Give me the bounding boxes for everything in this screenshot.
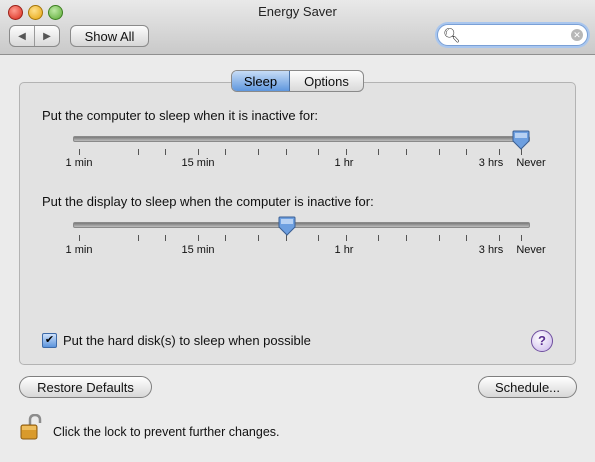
tick-label-never: Never [516, 157, 546, 169]
back-arrow-icon: ◀ [18, 30, 26, 42]
title-bar: Energy Saver ◀ ▶ Show All 🔍︎ ✕ [0, 0, 595, 55]
slider-tick [138, 149, 139, 155]
tick-label-3hrs: 3 hrs [478, 157, 504, 169]
slider-tick [79, 149, 80, 155]
slider-tick [198, 235, 199, 241]
hard-disk-sleep-checkbox[interactable]: ✔ [42, 333, 57, 348]
slider-tick [406, 235, 407, 241]
slider-tick [439, 235, 440, 241]
search-input[interactable] [459, 26, 567, 42]
search-field[interactable]: 🔍︎ ✕ [437, 24, 588, 46]
back-button[interactable]: ◀ [10, 26, 34, 46]
slider-tick [439, 149, 440, 155]
slider-knob[interactable] [278, 216, 296, 236]
slider-tick [138, 235, 139, 241]
back-forward-control: ◀ ▶ [9, 25, 60, 47]
tab-bar: Sleep Options [231, 70, 364, 92]
slider-tick [258, 149, 259, 155]
show-all-button[interactable]: Show All [70, 25, 149, 47]
slider-tick [79, 235, 80, 241]
display-sleep-label: Put the display to sleep when the comput… [42, 194, 374, 209]
slider-tick [346, 149, 347, 155]
tick-label-15min: 15 min [181, 244, 215, 256]
tick-label-1min: 1 min [65, 157, 93, 169]
tab-sleep[interactable]: Sleep [232, 71, 290, 91]
slider-tick [225, 149, 226, 155]
tick-label-1min: 1 min [65, 244, 93, 256]
tab-options[interactable]: Options [290, 71, 363, 91]
lock-message: Click the lock to prevent further change… [53, 425, 280, 439]
slider-tick [198, 149, 199, 155]
slider-tick [318, 235, 319, 241]
slider-tick [165, 235, 166, 241]
slider-track [73, 222, 530, 228]
computer-sleep-slider[interactable] [73, 130, 530, 160]
slider-tick [225, 235, 226, 241]
display-sleep-slider[interactable] [73, 216, 530, 246]
hard-disk-sleep-option[interactable]: ✔ Put the hard disk(s) to sleep when pos… [42, 333, 311, 348]
slider-tick [406, 149, 407, 155]
restore-defaults-button[interactable]: Restore Defaults [19, 376, 152, 398]
slider-tick [521, 235, 522, 241]
window-title: Energy Saver [258, 4, 337, 19]
clear-search-icon[interactable]: ✕ [571, 29, 583, 41]
slider-tick [258, 235, 259, 241]
slider-tick [466, 149, 467, 155]
slider-tick [378, 235, 379, 241]
lock-icon[interactable] [20, 414, 44, 440]
slider-track [73, 136, 530, 142]
help-button[interactable]: ? [531, 330, 553, 352]
tick-label-3hrs: 3 hrs [478, 244, 504, 256]
energy-saver-window: Energy Saver ◀ ▶ Show All 🔍︎ ✕ Sleep Opt… [0, 0, 595, 462]
slider-tick [318, 149, 319, 155]
forward-arrow-icon: ▶ [43, 30, 51, 42]
slider-tick [466, 235, 467, 241]
tick-label-never: Never [516, 244, 546, 256]
computer-sleep-label: Put the computer to sleep when it is ina… [42, 108, 319, 123]
slider-tick [378, 149, 379, 155]
slider-tick [286, 149, 287, 155]
tick-label-15min: 15 min [181, 157, 215, 169]
slider-knob[interactable] [512, 130, 530, 150]
tick-label-1hr: 1 hr [334, 157, 354, 169]
hard-disk-sleep-label: Put the hard disk(s) to sleep when possi… [63, 333, 311, 348]
slider-tick [499, 235, 500, 241]
forward-button[interactable]: ▶ [34, 26, 59, 46]
slider-tick [165, 149, 166, 155]
slider-tick [346, 235, 347, 241]
schedule-button[interactable]: Schedule... [478, 376, 577, 398]
tick-label-1hr: 1 hr [334, 244, 354, 256]
slider-tick [499, 149, 500, 155]
